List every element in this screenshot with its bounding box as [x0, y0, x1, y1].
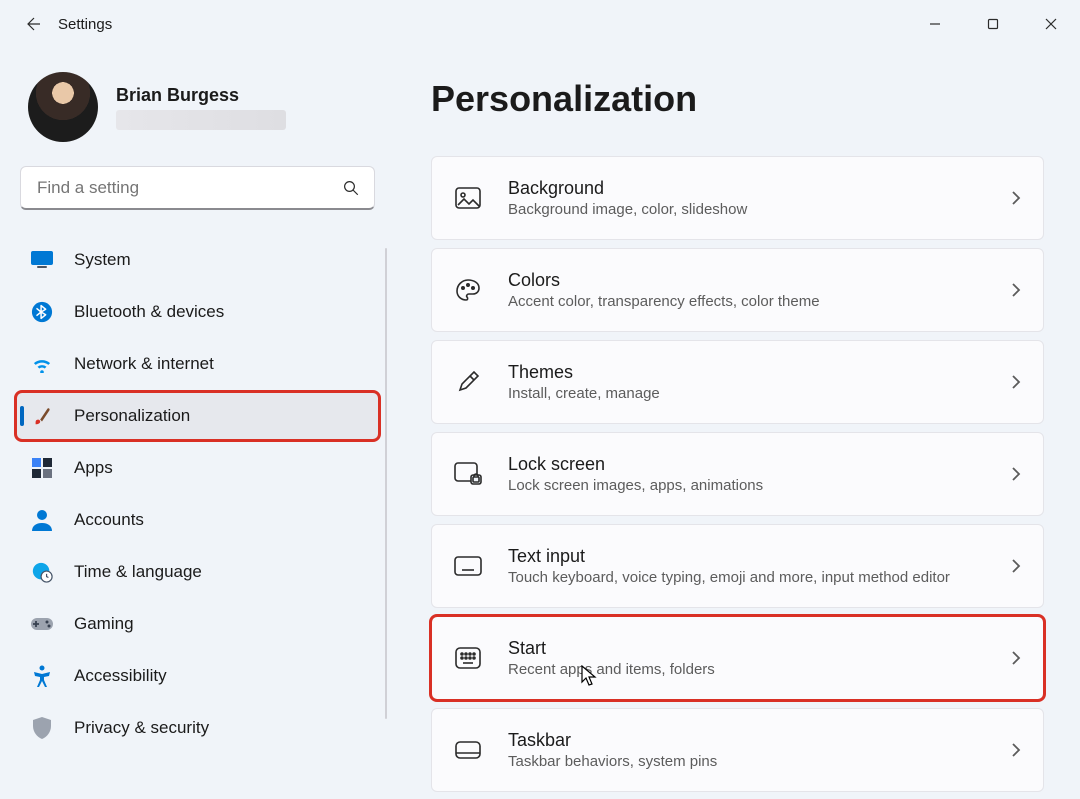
- card-lockscreen[interactable]: Lock screen Lock screen images, apps, an…: [431, 432, 1044, 516]
- sidebar: Brian Burgess System Bluetooth & devices: [0, 48, 395, 799]
- chevron-right-icon: [1011, 742, 1021, 758]
- palette-icon: [454, 276, 482, 304]
- sidebar-nav: System Bluetooth & devices Network & int…: [14, 232, 381, 756]
- sidebar-item-label: Privacy & security: [74, 718, 209, 738]
- wifi-icon: [30, 352, 54, 376]
- card-subtitle: Lock screen images, apps, animations: [508, 477, 985, 494]
- card-title: Lock screen: [508, 454, 985, 475]
- card-background[interactable]: Background Background image, color, slid…: [431, 156, 1044, 240]
- pen-icon: [454, 368, 482, 396]
- back-arrow-icon: [25, 15, 43, 33]
- accessibility-icon: [30, 664, 54, 688]
- maximize-button[interactable]: [964, 0, 1022, 48]
- sidebar-item-privacy[interactable]: Privacy & security: [16, 704, 379, 752]
- minimize-icon: [929, 18, 941, 30]
- sidebar-item-label: Network & internet: [74, 354, 214, 374]
- card-title: Taskbar: [508, 730, 985, 751]
- card-start[interactable]: Start Recent apps and items, folders: [431, 616, 1044, 700]
- sidebar-item-personalization[interactable]: Personalization: [16, 392, 379, 440]
- card-title: Text input: [508, 546, 985, 567]
- taskbar-icon: [454, 736, 482, 764]
- card-title: Themes: [508, 362, 985, 383]
- image-icon: [454, 184, 482, 212]
- chevron-right-icon: [1011, 466, 1021, 482]
- gamepad-icon: [30, 612, 54, 636]
- chevron-right-icon: [1011, 650, 1021, 666]
- system-icon: [30, 248, 54, 272]
- lock-screen-icon: [454, 460, 482, 488]
- card-subtitle: Install, create, manage: [508, 385, 985, 402]
- apps-icon: [30, 456, 54, 480]
- card-title: Colors: [508, 270, 985, 291]
- card-colors[interactable]: Colors Accent color, transparency effect…: [431, 248, 1044, 332]
- user-name: Brian Burgess: [116, 85, 286, 106]
- close-icon: [1045, 18, 1057, 30]
- sidebar-item-label: Apps: [74, 458, 113, 478]
- sidebar-item-accounts[interactable]: Accounts: [16, 496, 379, 544]
- sidebar-item-label: System: [74, 250, 131, 270]
- shield-icon: [30, 716, 54, 740]
- sidebar-item-label: Time & language: [74, 562, 202, 582]
- chevron-right-icon: [1011, 374, 1021, 390]
- chevron-right-icon: [1011, 190, 1021, 206]
- sidebar-scrollbar[interactable]: [385, 248, 387, 719]
- start-icon: [454, 644, 482, 672]
- user-email-redacted: [116, 110, 286, 130]
- search-field[interactable]: [35, 177, 342, 199]
- avatar: [28, 72, 98, 142]
- titlebar: Settings: [0, 0, 1080, 48]
- card-subtitle: Touch keyboard, voice typing, emoji and …: [508, 569, 985, 586]
- chevron-right-icon: [1011, 558, 1021, 574]
- sidebar-item-system[interactable]: System: [16, 236, 379, 284]
- person-icon: [30, 508, 54, 532]
- main-content: Personalization Background Background im…: [395, 48, 1080, 799]
- search-input[interactable]: [20, 166, 375, 210]
- sidebar-item-label: Accounts: [74, 510, 144, 530]
- page-title: Personalization: [431, 78, 1044, 120]
- bluetooth-icon: [30, 300, 54, 324]
- sidebar-item-apps[interactable]: Apps: [16, 444, 379, 492]
- keyboard-icon: [454, 552, 482, 580]
- sidebar-item-network[interactable]: Network & internet: [16, 340, 379, 388]
- window-controls: [906, 0, 1080, 48]
- minimize-button[interactable]: [906, 0, 964, 48]
- close-button[interactable]: [1022, 0, 1080, 48]
- card-themes[interactable]: Themes Install, create, manage: [431, 340, 1044, 424]
- brush-icon: [30, 404, 54, 428]
- card-subtitle: Background image, color, slideshow: [508, 201, 985, 218]
- sidebar-item-gaming[interactable]: Gaming: [16, 600, 379, 648]
- card-taskbar[interactable]: Taskbar Taskbar behaviors, system pins: [431, 708, 1044, 792]
- sidebar-item-label: Bluetooth & devices: [74, 302, 224, 322]
- chevron-right-icon: [1011, 282, 1021, 298]
- card-subtitle: Recent apps and items, folders: [508, 661, 985, 678]
- card-subtitle: Taskbar behaviors, system pins: [508, 753, 985, 770]
- clock-globe-icon: [30, 560, 54, 584]
- sidebar-item-label: Personalization: [74, 406, 190, 426]
- sidebar-item-bluetooth[interactable]: Bluetooth & devices: [16, 288, 379, 336]
- sidebar-item-label: Accessibility: [74, 666, 167, 686]
- maximize-icon: [987, 18, 999, 30]
- card-title: Background: [508, 178, 985, 199]
- sidebar-item-label: Gaming: [74, 614, 134, 634]
- user-block[interactable]: Brian Burgess: [14, 68, 381, 166]
- card-textinput[interactable]: Text input Touch keyboard, voice typing,…: [431, 524, 1044, 608]
- settings-cards: Background Background image, color, slid…: [431, 156, 1044, 792]
- card-subtitle: Accent color, transparency effects, colo…: [508, 293, 985, 310]
- sidebar-item-accessibility[interactable]: Accessibility: [16, 652, 379, 700]
- window-title: Settings: [58, 16, 112, 33]
- search-icon: [342, 179, 360, 197]
- card-title: Start: [508, 638, 985, 659]
- sidebar-item-time[interactable]: Time & language: [16, 548, 379, 596]
- back-button[interactable]: [18, 8, 50, 40]
